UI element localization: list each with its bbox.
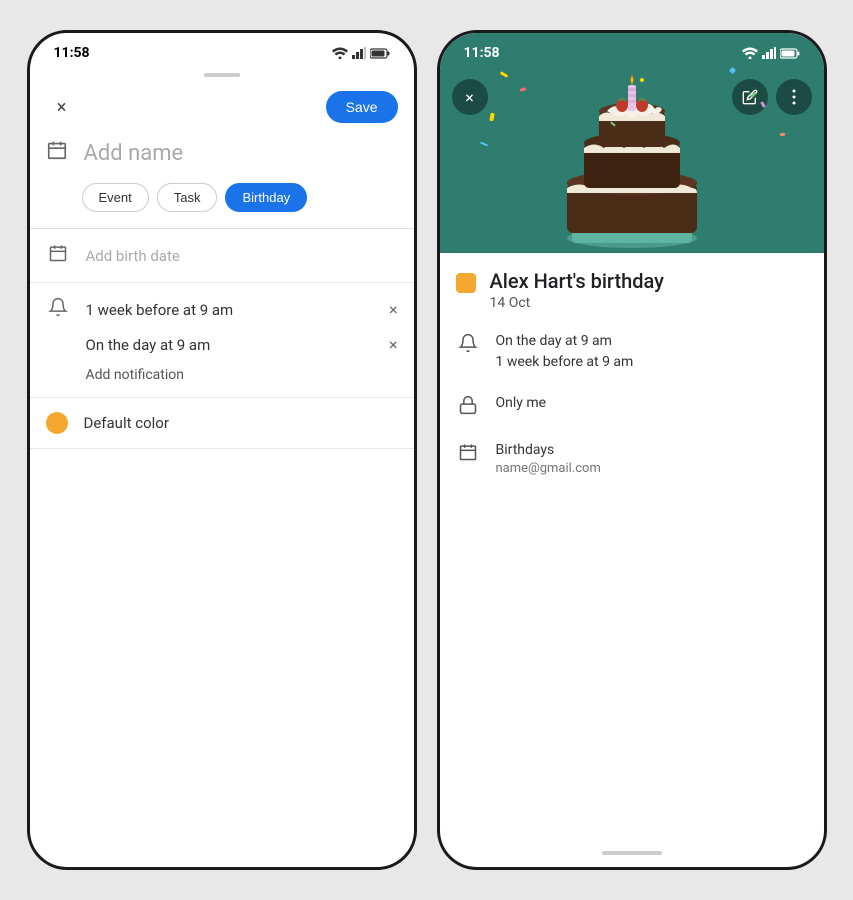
calendar-email: name@gmail.com <box>496 461 601 476</box>
confetti-8 <box>479 141 487 146</box>
notification-line1: On the day at 9 am <box>496 331 634 352</box>
calendar-name: Birthdays <box>496 440 601 461</box>
battery-icon <box>370 48 390 59</box>
left-phone: 11:58 <box>27 30 417 870</box>
hero-right-buttons <box>732 79 812 115</box>
event-date: 14 Oct <box>490 295 664 311</box>
close-button[interactable]: × <box>46 91 78 123</box>
bell-icon-1 <box>46 297 70 322</box>
hero-edit-button[interactable] <box>732 79 768 115</box>
calendar-icon <box>46 243 70 268</box>
notification-line2: 1 week before at 9 am <box>496 352 634 373</box>
event-title-placeholder[interactable]: Add name <box>84 141 184 166</box>
notification-row-1: 1 week before at 9 am × <box>46 297 398 322</box>
notification-close-1[interactable]: × <box>389 300 398 319</box>
wifi-icon <box>332 47 348 59</box>
wifi-icon-right <box>742 47 758 59</box>
notification-left-2: On the day at 9 am <box>46 332 211 357</box>
event-color-dot <box>456 273 476 293</box>
confetti-9 <box>640 78 644 82</box>
top-bar: × Save <box>30 85 414 135</box>
notification-left-1: 1 week before at 9 am <box>46 297 234 322</box>
notification-text-1: 1 week before at 9 am <box>86 301 234 319</box>
scene: 11:58 <box>7 10 847 890</box>
visibility-detail: Only me <box>456 393 808 420</box>
calendar-detail: Birthdays name@gmail.com <box>456 440 808 476</box>
right-phone: 11:58 <box>437 30 827 870</box>
calendar-info: Birthdays name@gmail.com <box>496 440 601 476</box>
confetti-7 <box>779 133 784 137</box>
drag-handle-bar <box>204 73 240 77</box>
add-notification[interactable]: Add notification <box>46 367 398 383</box>
title-row: Add name <box>30 135 414 183</box>
hero-more-button[interactable] <box>776 79 812 115</box>
home-indicator <box>602 851 662 855</box>
event-header: Alex Hart's birthday 14 Oct <box>456 269 808 311</box>
visibility-info: Only me <box>496 393 547 414</box>
status-icons-right <box>742 47 800 59</box>
battery-icon-right <box>780 48 800 59</box>
birth-date-placeholder: Add birth date <box>86 247 180 265</box>
color-label: Default color <box>84 414 169 432</box>
tab-event[interactable]: Event <box>82 183 149 212</box>
signal-icon <box>352 47 366 59</box>
confetti-5 <box>489 113 494 122</box>
detail-content: Alex Hart's birthday 14 Oct On the day a… <box>440 253 824 843</box>
calendar-icon-detail <box>456 442 480 467</box>
notification-section: 1 week before at 9 am × On the day at 9 … <box>30 283 414 398</box>
hero-close-button[interactable]: × <box>452 79 488 115</box>
notification-detail: On the day at 9 am 1 week before at 9 am <box>456 331 808 373</box>
right-content: × <box>440 33 824 867</box>
color-dot <box>46 412 68 434</box>
cake-illustration <box>542 53 722 253</box>
event-name: Alex Hart's birthday <box>490 269 664 293</box>
visibility-text: Only me <box>496 393 547 414</box>
birth-date-row[interactable]: Add birth date <box>30 229 414 283</box>
status-bar-right: 11:58 <box>440 33 824 67</box>
tab-birthday[interactable]: Birthday <box>225 183 307 212</box>
drag-handle[interactable] <box>30 67 414 85</box>
status-icons-left <box>332 47 390 59</box>
tab-task[interactable]: Task <box>157 183 218 212</box>
event-header-info: Alex Hart's birthday 14 Oct <box>490 269 664 311</box>
bottom-bar <box>440 843 824 867</box>
time-right: 11:58 <box>464 45 500 61</box>
color-row[interactable]: Default color <box>30 398 414 449</box>
status-bar-left: 11:58 <box>30 33 414 67</box>
time-left: 11:58 <box>54 45 90 61</box>
notification-info: On the day at 9 am 1 week before at 9 am <box>496 331 634 373</box>
notification-text-2: On the day at 9 am <box>86 336 211 354</box>
left-content: × Save Add name Event Task <box>30 67 414 867</box>
signal-icon-right <box>762 47 776 59</box>
title-icon <box>46 139 68 167</box>
lock-icon <box>456 395 480 420</box>
save-button[interactable]: Save <box>326 91 398 123</box>
notification-close-2[interactable]: × <box>389 335 398 354</box>
bell-icon-detail <box>456 333 480 358</box>
notification-row-2: On the day at 9 am × <box>46 332 398 357</box>
type-tabs: Event Task Birthday <box>30 183 414 228</box>
